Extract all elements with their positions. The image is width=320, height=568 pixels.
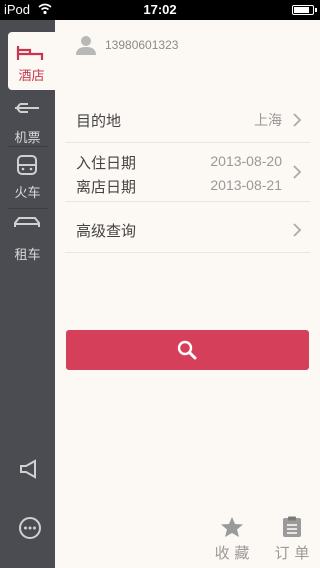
sidebar-item-car[interactable]: 租车 [0, 209, 55, 269]
clipboard-icon [283, 516, 301, 537]
megaphone-icon[interactable] [18, 457, 42, 481]
destination-label: 目的地 [76, 112, 122, 130]
battery-fill [294, 7, 309, 13]
checkout-value: 2013-08-21 [210, 177, 282, 193]
advanced-search-label: 高级查询 [76, 222, 137, 240]
sidebar-item-train[interactable]: 火车 [0, 147, 55, 207]
user-phone: 13980601323 [105, 38, 179, 52]
search-icon [177, 340, 197, 360]
sidebar-item-label: 火车 [14, 186, 41, 201]
sidebar-item-label: 机票 [14, 131, 41, 146]
dates-row[interactable]: 入住日期 2013-08-20 离店日期 2013-08-21 [65, 143, 310, 202]
search-button[interactable] [66, 330, 309, 370]
chevron-right-icon [293, 165, 302, 179]
car-icon [14, 217, 40, 227]
battery-icon [292, 5, 317, 15]
tab-favorites[interactable]: 收 藏 [208, 516, 256, 563]
checkout-label: 离店日期 [76, 178, 137, 196]
app-screen: iPod 17:02 酒店 机票 火车 租车 13980601323 目的地 上… [0, 0, 320, 568]
tab-orders-label: 订 单 [274, 544, 310, 562]
train-icon [17, 155, 37, 175]
status-bar: iPod 17:02 [0, 0, 320, 20]
sidebar-item-label: 租车 [14, 248, 41, 263]
tab-favorites-label: 收 藏 [214, 544, 250, 562]
sidebar-item-flight[interactable]: 机票 [0, 92, 55, 152]
chevron-right-icon [293, 223, 302, 237]
checkin-label: 入住日期 [76, 154, 137, 172]
advanced-search-row[interactable]: 高级查询 [65, 208, 310, 253]
checkin-value: 2013-08-20 [210, 153, 282, 169]
tab-orders[interactable]: 订 单 [268, 516, 316, 563]
destination-value: 上海 [254, 112, 282, 128]
sidebar-item-hotel[interactable]: 酒店 [8, 32, 55, 90]
airplane-icon [15, 103, 39, 113]
destination-row[interactable]: 目的地 上海 [65, 98, 310, 143]
sidebar-item-label: 酒店 [18, 69, 45, 84]
main-panel: 13980601323 目的地 上海 入住日期 2013-08-20 离店日期 … [55, 20, 320, 568]
more-icon[interactable] [18, 516, 42, 540]
star-icon [221, 517, 243, 537]
bed-icon [16, 46, 44, 60]
user-avatar-icon [76, 36, 96, 55]
chevron-right-icon [293, 113, 302, 127]
status-time: 17:02 [143, 2, 177, 17]
sidebar: 酒店 机票 火车 租车 [0, 20, 55, 568]
